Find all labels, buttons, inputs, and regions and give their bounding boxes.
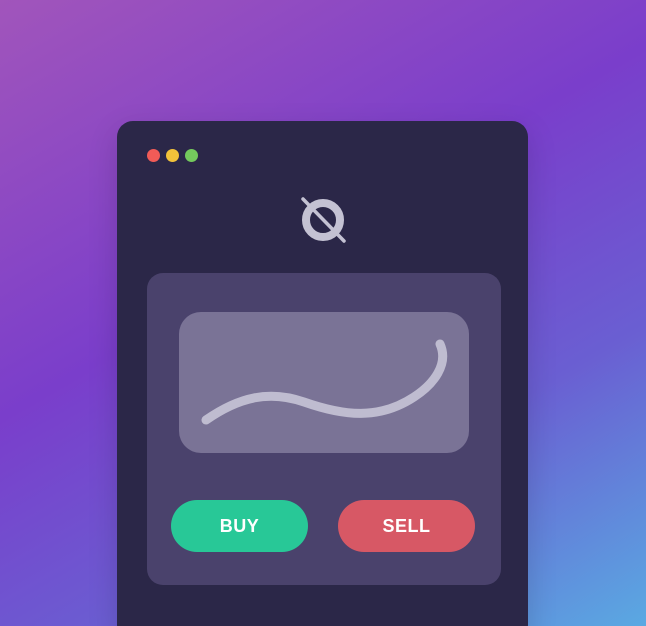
ring-slash-icon (301, 197, 346, 243)
sell-button[interactable]: SELL (338, 500, 475, 552)
buy-button[interactable]: BUY (171, 500, 308, 552)
trend-curve-icon (201, 339, 448, 425)
trend-chart-card (179, 312, 469, 453)
app-window: BUY SELL (117, 121, 528, 626)
close-window-button[interactable] (147, 149, 160, 162)
window-controls (147, 149, 198, 162)
maximize-window-button[interactable] (185, 149, 198, 162)
trade-panel: BUY SELL (147, 273, 501, 585)
minimize-window-button[interactable] (166, 149, 179, 162)
